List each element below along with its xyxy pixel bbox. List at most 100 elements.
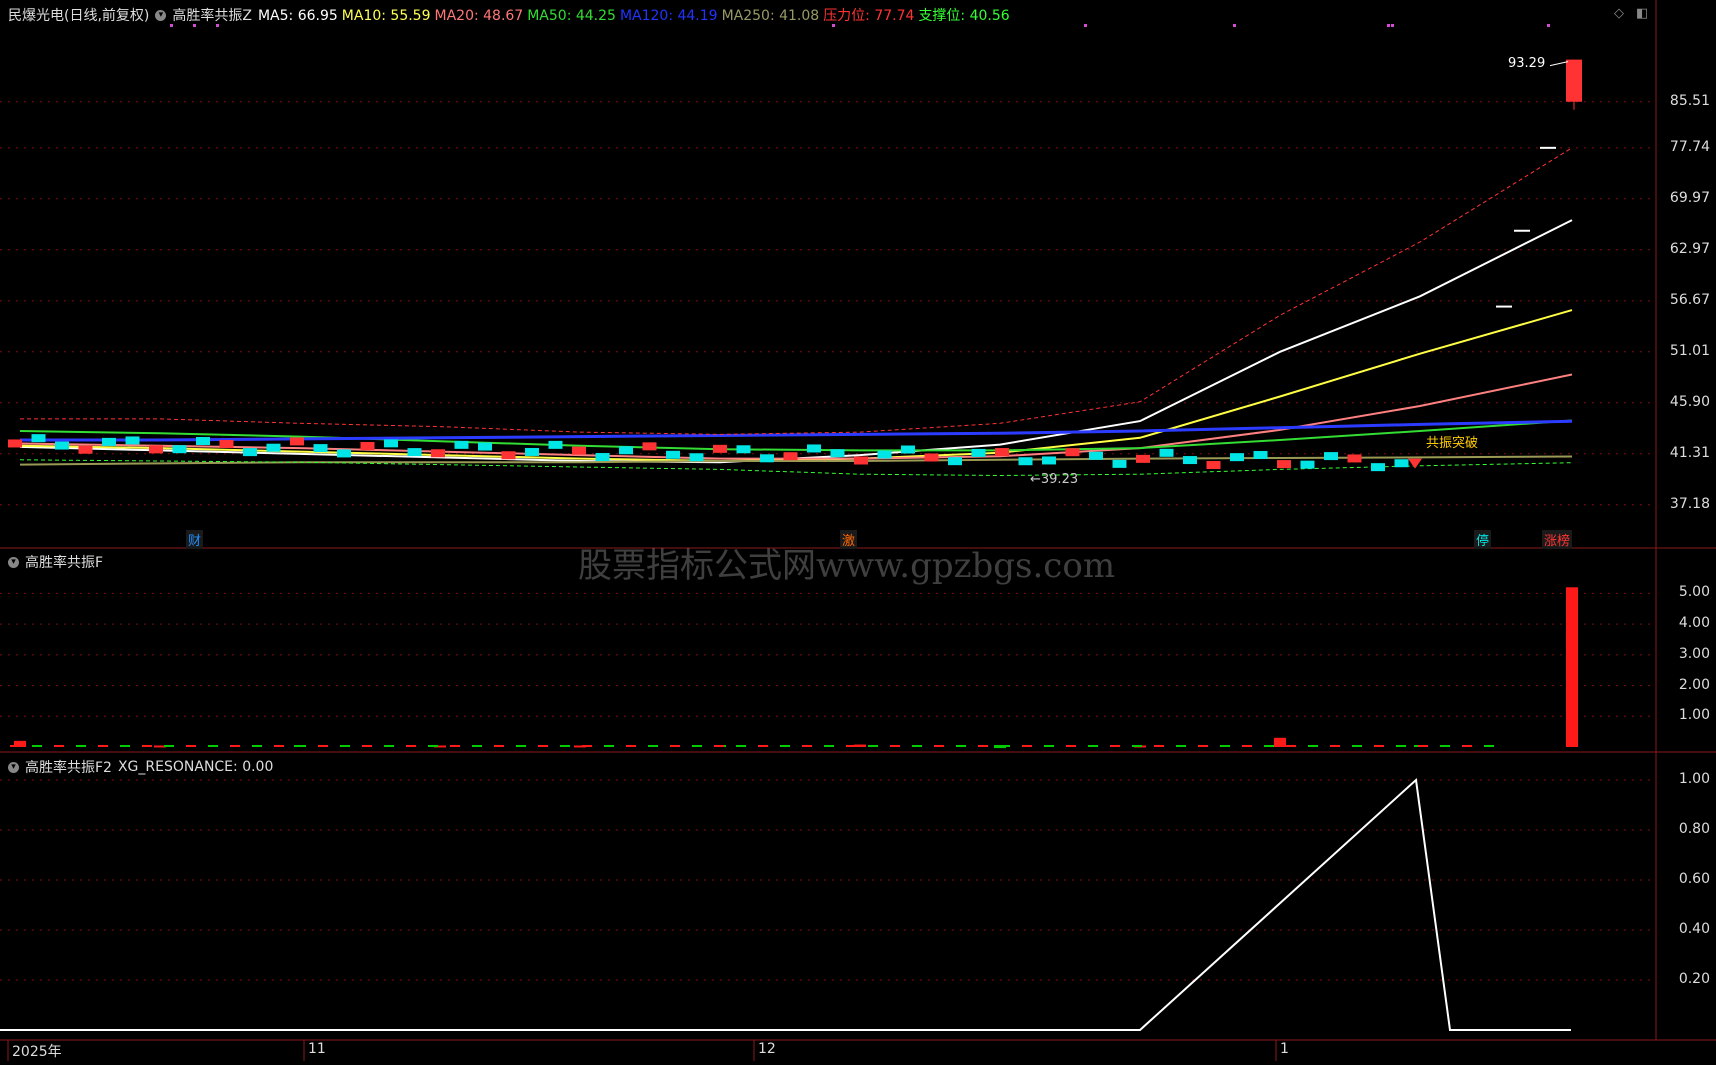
f-bar-small [604, 745, 614, 747]
y-tick-label: 0.40 [1678, 921, 1710, 937]
f-bar-small [1000, 745, 1010, 747]
candle [548, 440, 563, 449]
candle [360, 442, 375, 451]
f-bar-small [538, 745, 548, 747]
diamond-icon[interactable]: ◇ [1614, 6, 1624, 21]
y-tick-label: 45.90 [1669, 393, 1710, 410]
candle [666, 450, 680, 459]
high-arrow [1549, 61, 1569, 67]
x-axis-label: 11 [308, 1041, 326, 1057]
chart-svg [0, 0, 1716, 1061]
candle [1183, 456, 1197, 465]
f-header: ▾ 高胜率共振F [8, 552, 103, 572]
f-bar-small [1286, 745, 1296, 747]
candle [1394, 459, 1409, 468]
toggle-icon[interactable]: ▾ [8, 761, 19, 773]
candle [713, 444, 727, 453]
candle [55, 441, 69, 450]
candle [689, 453, 704, 462]
main-header: 民爆光电(日线,前复权) ▾ 高胜率共振Z MA5: 66.95 MA10: 55… [8, 5, 1014, 25]
candle [877, 450, 892, 459]
candle [1159, 448, 1174, 457]
candle [1089, 451, 1103, 460]
y-tick-label: 2.00 [1678, 676, 1710, 693]
candle [407, 448, 422, 457]
candle [1324, 452, 1338, 461]
event-dot [1233, 24, 1236, 27]
stock-title[interactable]: 民爆光电(日线,前复权) [8, 5, 149, 25]
toggle-icon[interactable]: ▾ [8, 556, 19, 568]
f-bar-small [406, 745, 416, 747]
f-bar-small [516, 745, 526, 747]
candle [1277, 460, 1291, 469]
candle [501, 451, 516, 460]
candle [478, 442, 492, 451]
f-bar-small [1440, 745, 1450, 747]
candle [1347, 454, 1362, 463]
candle [1253, 450, 1268, 459]
y-tick-label: 69.97 [1669, 189, 1710, 206]
y-tick-label: 1.00 [1678, 707, 1710, 724]
ma-legend-item: MA10: 55.59 [341, 8, 431, 24]
f-bar-small [208, 745, 218, 747]
candle [219, 439, 234, 448]
f-bar-small [1176, 745, 1186, 747]
series-line-压力位 [20, 147, 1573, 435]
y-tick-label: 51.01 [1669, 342, 1710, 359]
f2-title[interactable]: 高胜率共振F2 [25, 757, 112, 777]
candle [760, 454, 774, 463]
x-axis-label: 12 [758, 1041, 776, 1057]
f-bar-small [736, 745, 746, 747]
candle [313, 444, 328, 453]
candle [1018, 457, 1033, 466]
xg-line [0, 777, 1571, 1031]
candle [1230, 453, 1244, 462]
f-bar-small [582, 745, 592, 747]
f-bar [1274, 737, 1286, 747]
candle [971, 448, 986, 457]
candle [1300, 460, 1315, 469]
candle [454, 440, 469, 449]
candle [1371, 463, 1385, 472]
f-bar-small [978, 745, 988, 747]
toggle-icon[interactable]: ▾ [155, 9, 167, 21]
ma-legend-item: MA5: 66.95 [257, 8, 338, 24]
event-dot [1547, 24, 1550, 27]
f-bar-small [1396, 745, 1406, 747]
candle [807, 444, 821, 453]
f-bar-small [934, 745, 944, 747]
f-bar-small [890, 745, 900, 747]
event-badge: 停 [1474, 530, 1492, 549]
f-bar-small [626, 745, 636, 747]
ma-legend-item: 支撑位: 40.56 [918, 8, 1010, 24]
f-bar-small [1484, 745, 1494, 747]
candle [572, 446, 586, 455]
f-bar-small [868, 745, 878, 747]
f-bar-small [1462, 745, 1472, 747]
f-title[interactable]: 高胜率共振F [25, 552, 103, 572]
f-bar [1566, 587, 1578, 747]
candle [1065, 448, 1080, 457]
layout-icon[interactable]: ◧ [1636, 6, 1648, 21]
indicator-name[interactable]: 高胜率共振Z [172, 5, 252, 25]
f-bar-small [714, 745, 724, 747]
f-bar-small [1220, 745, 1230, 747]
signal-label: 共振突破 [1426, 436, 1479, 452]
candle [78, 445, 93, 454]
series-line-MA20 [19, 373, 1573, 460]
f-bar-small [54, 745, 64, 747]
candle [901, 445, 915, 454]
series-line-支撑位 [19, 459, 1573, 477]
candle [8, 439, 22, 448]
y-tick-label: 4.00 [1678, 615, 1710, 632]
event-dot [1387, 24, 1390, 27]
f-bar-small [384, 745, 394, 747]
candle [595, 453, 610, 462]
f-bar-small [494, 745, 504, 747]
candle [172, 445, 187, 454]
event-badge: 财 [186, 530, 204, 549]
f-bar-small [450, 745, 460, 747]
ma-legend-item: MA120: 44.19 [619, 8, 718, 24]
ma-legend-item: MA250: 41.08 [721, 8, 820, 24]
f-bar-small [472, 745, 482, 747]
